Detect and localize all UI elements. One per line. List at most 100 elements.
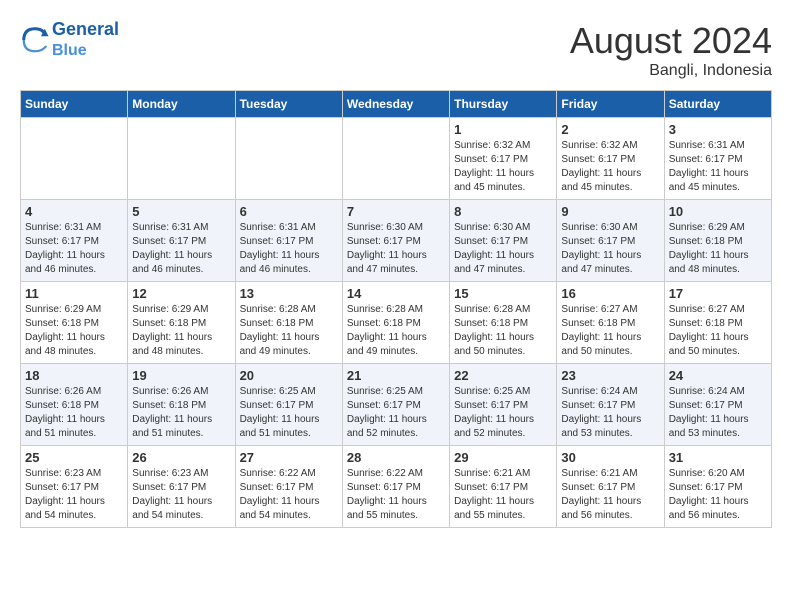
calendar-week-row: 1 Sunrise: 6:32 AM Sunset: 6:17 PM Daylig… xyxy=(21,118,772,200)
weekday-header-row: SundayMondayTuesdayWednesdayThursdayFrid… xyxy=(21,91,772,118)
day-info: Sunrise: 6:29 AM Sunset: 6:18 PM Dayligh… xyxy=(25,303,123,359)
calendar-cell: 20 Sunrise: 6:25 AM Sunset: 6:17 PM Dayli… xyxy=(235,364,342,446)
day-number: 12 xyxy=(132,286,230,301)
logo-icon xyxy=(20,25,50,55)
calendar-cell: 11Sunrise: 6:29 AM Sunset: 6:18 PM Dayli… xyxy=(21,282,128,364)
day-info: Sunrise: 6:29 AM Sunset: 6:18 PM Dayligh… xyxy=(669,221,767,277)
day-number: 15 xyxy=(454,286,552,301)
logo-line2: Blue xyxy=(52,42,87,59)
day-number: 3 xyxy=(669,122,767,137)
day-info: Sunrise: 6:30 AM Sunset: 6:17 PM Dayligh… xyxy=(454,221,552,277)
calendar-cell: 10 Sunrise: 6:29 AM Sunset: 6:18 PM Dayli… xyxy=(664,200,771,282)
day-number: 6 xyxy=(240,204,338,219)
calendar-cell: 31 Sunrise: 6:20 AM Sunset: 6:17 PM Dayli… xyxy=(664,446,771,528)
day-number: 29 xyxy=(454,450,552,465)
weekday-header-sunday: Sunday xyxy=(21,91,128,118)
weekday-header-thursday: Thursday xyxy=(450,91,557,118)
calendar-cell: 23 Sunrise: 6:24 AM Sunset: 6:17 PM Dayli… xyxy=(557,364,664,446)
calendar-cell: 27 Sunrise: 6:22 AM Sunset: 6:17 PM Dayli… xyxy=(235,446,342,528)
day-info: Sunrise: 6:32 AM Sunset: 6:17 PM Dayligh… xyxy=(454,139,552,195)
day-info: Sunrise: 6:24 AM Sunset: 6:17 PM Dayligh… xyxy=(561,385,659,441)
calendar-week-row: 18 Sunrise: 6:26 AM Sunset: 6:18 PM Dayli… xyxy=(21,364,772,446)
day-info: Sunrise: 6:21 AM Sunset: 6:17 PM Dayligh… xyxy=(454,467,552,523)
calendar-cell: 29 Sunrise: 6:21 AM Sunset: 6:17 PM Dayli… xyxy=(450,446,557,528)
day-number: 16 xyxy=(561,286,659,301)
day-number: 1 xyxy=(454,122,552,137)
location-subtitle: Bangli, Indonesia xyxy=(570,62,772,80)
day-info: Sunrise: 6:30 AM Sunset: 6:17 PM Dayligh… xyxy=(347,221,445,277)
calendar-cell: 30 Sunrise: 6:21 AM Sunset: 6:17 PM Dayli… xyxy=(557,446,664,528)
calendar-cell: 1 Sunrise: 6:32 AM Sunset: 6:17 PM Daylig… xyxy=(450,118,557,200)
day-info: Sunrise: 6:27 AM Sunset: 6:18 PM Dayligh… xyxy=(561,303,659,359)
day-number: 5 xyxy=(132,204,230,219)
day-number: 28 xyxy=(347,450,445,465)
day-number: 26 xyxy=(132,450,230,465)
day-info: Sunrise: 6:28 AM Sunset: 6:18 PM Dayligh… xyxy=(240,303,338,359)
day-number: 13 xyxy=(240,286,338,301)
day-number: 8 xyxy=(454,204,552,219)
day-info: Sunrise: 6:31 AM Sunset: 6:17 PM Dayligh… xyxy=(132,221,230,277)
calendar-cell: 18 Sunrise: 6:26 AM Sunset: 6:18 PM Dayli… xyxy=(21,364,128,446)
calendar-table: SundayMondayTuesdayWednesdayThursdayFrid… xyxy=(20,90,772,528)
day-info: Sunrise: 6:27 AM Sunset: 6:18 PM Dayligh… xyxy=(669,303,767,359)
calendar-cell: 3 Sunrise: 6:31 AM Sunset: 6:17 PM Daylig… xyxy=(664,118,771,200)
day-number: 10 xyxy=(669,204,767,219)
weekday-header-friday: Friday xyxy=(557,91,664,118)
calendar-cell: 25Sunrise: 6:23 AM Sunset: 6:17 PM Dayli… xyxy=(21,446,128,528)
day-info: Sunrise: 6:20 AM Sunset: 6:17 PM Dayligh… xyxy=(669,467,767,523)
weekday-header-wednesday: Wednesday xyxy=(342,91,449,118)
calendar-cell: 5 Sunrise: 6:31 AM Sunset: 6:17 PM Daylig… xyxy=(128,200,235,282)
day-info: Sunrise: 6:23 AM Sunset: 6:17 PM Dayligh… xyxy=(132,467,230,523)
day-number: 2 xyxy=(561,122,659,137)
day-info: Sunrise: 6:23 AM Sunset: 6:17 PM Dayligh… xyxy=(25,467,123,523)
day-info: Sunrise: 6:21 AM Sunset: 6:17 PM Dayligh… xyxy=(561,467,659,523)
day-number: 21 xyxy=(347,368,445,383)
day-info: Sunrise: 6:25 AM Sunset: 6:17 PM Dayligh… xyxy=(240,385,338,441)
day-info: Sunrise: 6:28 AM Sunset: 6:18 PM Dayligh… xyxy=(347,303,445,359)
calendar-cell xyxy=(21,118,128,200)
logo-text: General Blue xyxy=(52,20,119,60)
calendar-cell: 9Sunrise: 6:30 AM Sunset: 6:17 PM Daylig… xyxy=(557,200,664,282)
weekday-header-monday: Monday xyxy=(128,91,235,118)
day-number: 19 xyxy=(132,368,230,383)
day-number: 27 xyxy=(240,450,338,465)
page-header: General Blue August 2024 Bangli, Indones… xyxy=(20,20,772,80)
day-info: Sunrise: 6:24 AM Sunset: 6:17 PM Dayligh… xyxy=(669,385,767,441)
day-number: 7 xyxy=(347,204,445,219)
calendar-cell: 2 Sunrise: 6:32 AM Sunset: 6:17 PM Daylig… xyxy=(557,118,664,200)
calendar-cell: 21 Sunrise: 6:25 AM Sunset: 6:17 PM Dayli… xyxy=(342,364,449,446)
day-number: 24 xyxy=(669,368,767,383)
calendar-cell: 6Sunrise: 6:31 AM Sunset: 6:17 PM Daylig… xyxy=(235,200,342,282)
day-info: Sunrise: 6:26 AM Sunset: 6:18 PM Dayligh… xyxy=(25,385,123,441)
day-number: 18 xyxy=(25,368,123,383)
day-info: Sunrise: 6:25 AM Sunset: 6:17 PM Dayligh… xyxy=(347,385,445,441)
calendar-cell xyxy=(235,118,342,200)
calendar-cell: 19 Sunrise: 6:26 AM Sunset: 6:18 PM Dayli… xyxy=(128,364,235,446)
calendar-cell: 26 Sunrise: 6:23 AM Sunset: 6:17 PM Dayli… xyxy=(128,446,235,528)
day-number: 20 xyxy=(240,368,338,383)
day-info: Sunrise: 6:32 AM Sunset: 6:17 PM Dayligh… xyxy=(561,139,659,195)
day-info: Sunrise: 6:22 AM Sunset: 6:17 PM Dayligh… xyxy=(240,467,338,523)
day-number: 23 xyxy=(561,368,659,383)
day-info: Sunrise: 6:31 AM Sunset: 6:17 PM Dayligh… xyxy=(669,139,767,195)
day-info: Sunrise: 6:31 AM Sunset: 6:17 PM Dayligh… xyxy=(25,221,123,277)
calendar-cell: 8 Sunrise: 6:30 AM Sunset: 6:17 PM Daylig… xyxy=(450,200,557,282)
day-number: 31 xyxy=(669,450,767,465)
calendar-cell: 14 Sunrise: 6:28 AM Sunset: 6:18 PM Dayli… xyxy=(342,282,449,364)
title-block: August 2024 Bangli, Indonesia xyxy=(570,20,772,80)
day-number: 30 xyxy=(561,450,659,465)
calendar-week-row: 25Sunrise: 6:23 AM Sunset: 6:17 PM Dayli… xyxy=(21,446,772,528)
day-info: Sunrise: 6:26 AM Sunset: 6:18 PM Dayligh… xyxy=(132,385,230,441)
day-number: 9 xyxy=(561,204,659,219)
weekday-header-saturday: Saturday xyxy=(664,91,771,118)
calendar-cell: 4Sunrise: 6:31 AM Sunset: 6:17 PM Daylig… xyxy=(21,200,128,282)
month-year-title: August 2024 xyxy=(570,20,772,62)
calendar-week-row: 11Sunrise: 6:29 AM Sunset: 6:18 PM Dayli… xyxy=(21,282,772,364)
weekday-header-tuesday: Tuesday xyxy=(235,91,342,118)
calendar-cell: 15Sunrise: 6:28 AM Sunset: 6:18 PM Dayli… xyxy=(450,282,557,364)
day-number: 17 xyxy=(669,286,767,301)
day-number: 14 xyxy=(347,286,445,301)
calendar-cell: 12Sunrise: 6:29 AM Sunset: 6:18 PM Dayli… xyxy=(128,282,235,364)
day-info: Sunrise: 6:25 AM Sunset: 6:17 PM Dayligh… xyxy=(454,385,552,441)
calendar-cell: 13 Sunrise: 6:28 AM Sunset: 6:18 PM Dayli… xyxy=(235,282,342,364)
